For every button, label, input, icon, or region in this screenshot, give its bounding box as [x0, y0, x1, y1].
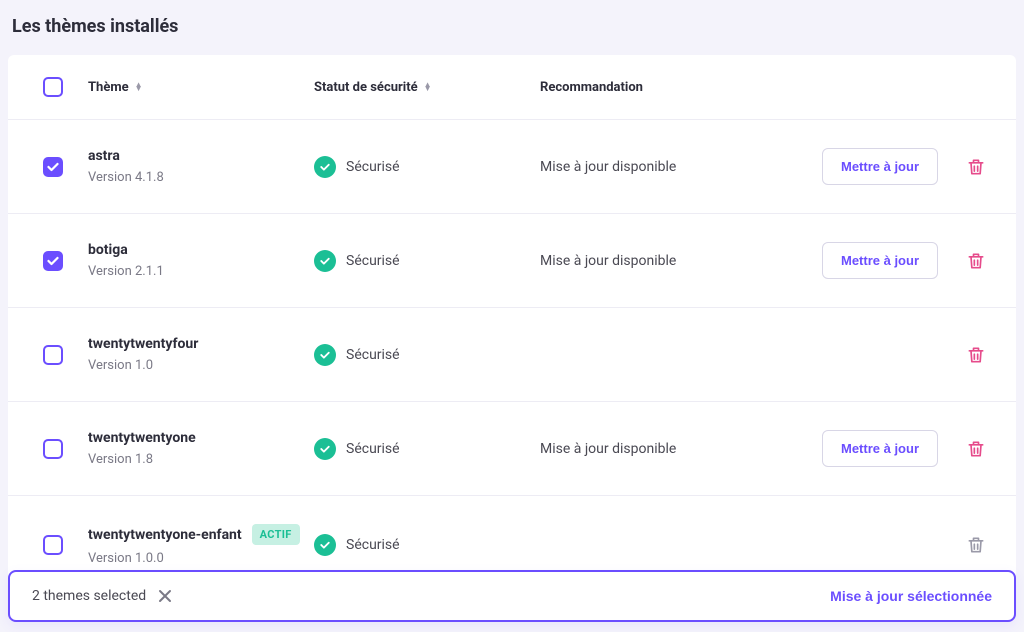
selection-bar: 2 themes selected Mise à jour sélectionn… [8, 570, 1016, 622]
theme-name: twentytwentyfour [88, 336, 314, 352]
recommendation-cell: Mise à jour disponible [540, 253, 766, 269]
header-recommendation: Recommandation [540, 80, 766, 95]
recommendation-cell: Mise à jour disponible [540, 441, 766, 457]
theme-name-label: twentytwentyfour [88, 336, 198, 352]
table-row: astra Version 4.1.8 Sécurisé Mise à jour di… [8, 120, 1016, 214]
sort-icon: ▲▼ [424, 83, 432, 91]
security-status-label: Sécurisé [346, 441, 400, 457]
update-button[interactable]: Mettre à jour [822, 148, 938, 185]
active-badge: ACTIF [252, 524, 300, 545]
header-security-label: Statut de sécurité [314, 80, 418, 95]
bulk-update-button[interactable]: Mise à jour sélectionnée [830, 588, 992, 604]
sort-icon: ▲▼ [135, 83, 143, 91]
theme-name: astra [88, 148, 314, 164]
header-security-status[interactable]: Statut de sécurité ▲▼ [314, 80, 540, 95]
security-status-label: Sécurisé [346, 159, 400, 175]
themes-table: Thème ▲▼ Statut de sécurité ▲▼ Recommand… [8, 55, 1016, 595]
recommendation-cell: Mise à jour disponible [540, 159, 766, 175]
header-theme[interactable]: Thème ▲▼ [88, 80, 314, 95]
security-status-label: Sécurisé [346, 537, 400, 553]
select-all-checkbox[interactable] [43, 77, 63, 97]
table-row: twentytwentyfour Version 1.0 Sécurisé [8, 308, 1016, 402]
trash-icon[interactable] [966, 345, 986, 365]
theme-version: Version 4.1.8 [88, 170, 314, 185]
table-header-row: Thème ▲▼ Statut de sécurité ▲▼ Recommand… [8, 55, 1016, 120]
theme-version: Version 1.0 [88, 358, 314, 373]
theme-version: Version 1.0.0 [88, 551, 314, 566]
check-circle-icon [314, 438, 336, 460]
theme-name-label: botiga [88, 242, 128, 258]
security-status: Sécurisé [314, 438, 540, 460]
header-theme-label: Thème [88, 80, 129, 95]
table-row: twentytwentyone Version 1.8 Sécurisé Mise à… [8, 402, 1016, 496]
row-checkbox[interactable] [43, 157, 63, 177]
theme-version: Version 2.1.1 [88, 264, 314, 279]
security-status-label: Sécurisé [346, 347, 400, 363]
table-row: botiga Version 2.1.1 Sécurisé Mise à jour d… [8, 214, 1016, 308]
row-checkbox[interactable] [43, 535, 63, 555]
security-status: Sécurisé [314, 534, 540, 556]
theme-name: botiga [88, 242, 314, 258]
security-status: Sécurisé [314, 250, 540, 272]
trash-icon[interactable] [966, 439, 986, 459]
update-button[interactable]: Mettre à jour [822, 242, 938, 279]
trash-icon[interactable] [966, 251, 986, 271]
header-recommendation-label: Recommandation [540, 80, 643, 95]
security-status: Sécurisé [314, 156, 540, 178]
theme-name-label: astra [88, 148, 120, 164]
row-checkbox[interactable] [43, 345, 63, 365]
security-status: Sécurisé [314, 344, 540, 366]
security-status-label: Sécurisé [346, 253, 400, 269]
check-circle-icon [314, 250, 336, 272]
theme-version: Version 1.8 [88, 452, 314, 467]
trash-icon[interactable] [966, 157, 986, 177]
theme-name: twentytwentyone-enfant ACTIF [88, 524, 314, 545]
row-checkbox[interactable] [43, 439, 63, 459]
check-circle-icon [314, 534, 336, 556]
update-button[interactable]: Mettre à jour [822, 430, 938, 467]
check-circle-icon [314, 156, 336, 178]
theme-name: twentytwentyone [88, 430, 314, 446]
theme-name-label: twentytwentyone-enfant [88, 527, 242, 543]
close-icon[interactable] [158, 589, 172, 603]
row-checkbox[interactable] [43, 251, 63, 271]
check-circle-icon [314, 344, 336, 366]
selection-count: 2 themes selected [32, 588, 146, 604]
theme-name-label: twentytwentyone [88, 430, 196, 446]
page-title: Les thèmes installés [12, 16, 1016, 37]
trash-icon [966, 535, 986, 555]
